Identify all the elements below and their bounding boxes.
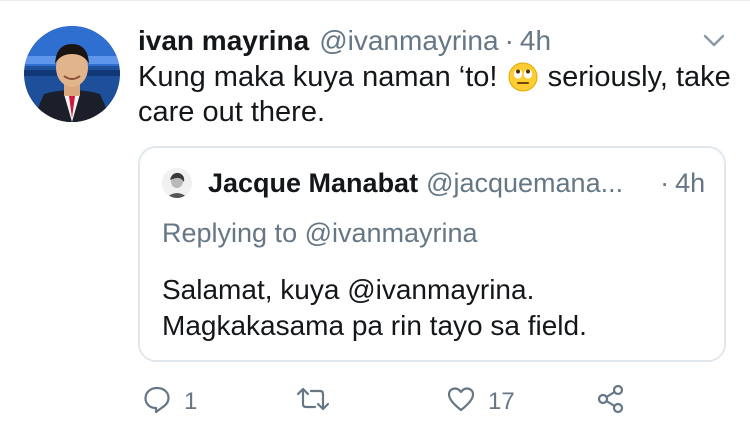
quoted-text-line2: Magkakasama pa rin tayo sa field. [162,310,587,341]
quoted-header: Jacque Manabat @jacquemana... · 4h [208,166,708,200]
author-handle[interactable]: @ivanmayrina [319,24,498,58]
separator-dot: · [504,25,514,56]
heart-icon [446,384,476,421]
tweet-header: ivan mayrina @ivanmayrina · 4h [138,24,551,58]
timestamp[interactable]: 4h [520,24,551,58]
retweet-button[interactable] [296,378,342,426]
reply-count: 1 [184,388,198,415]
quoted-tweet[interactable]: Jacque Manabat @jacquemana... · 4h Reply… [138,146,726,362]
quoted-separator-dot: · [660,168,670,198]
replying-to: Replying to @ivanmayrina [162,218,478,248]
tweet-text-part1: Kung maka kuya naman ‘to! [138,61,498,93]
quoted-author-name[interactable]: Jacque Manabat [208,166,418,200]
retweet-icon [296,384,330,421]
like-button[interactable]: 17 [446,378,515,426]
top-divider [0,0,750,1]
chevron-down-icon[interactable] [698,26,730,56]
face-with-rolling-eyes-icon [508,62,538,92]
tweet-text: Kung maka kuya naman ‘to! seriously, tak… [138,60,734,130]
like-count: 17 [488,388,515,415]
avatar[interactable] [24,26,120,122]
share-icon [596,384,626,421]
quoted-text: Salamat, kuya @ivanmayrina. Magkakasama … [162,272,702,344]
action-bar: 1 17 [0,378,750,426]
reply-icon [142,384,172,421]
reply-button[interactable]: 1 [142,378,197,426]
quoted-author-handle[interactable]: @jacquemana... [426,166,636,200]
quoted-timestamp[interactable]: 4h [675,166,705,200]
quoted-avatar[interactable] [162,168,192,198]
quoted-text-line1: Salamat, kuya @ivanmayrina. [162,274,535,305]
share-button[interactable] [596,378,626,426]
author-name[interactable]: ivan mayrina [138,24,309,58]
